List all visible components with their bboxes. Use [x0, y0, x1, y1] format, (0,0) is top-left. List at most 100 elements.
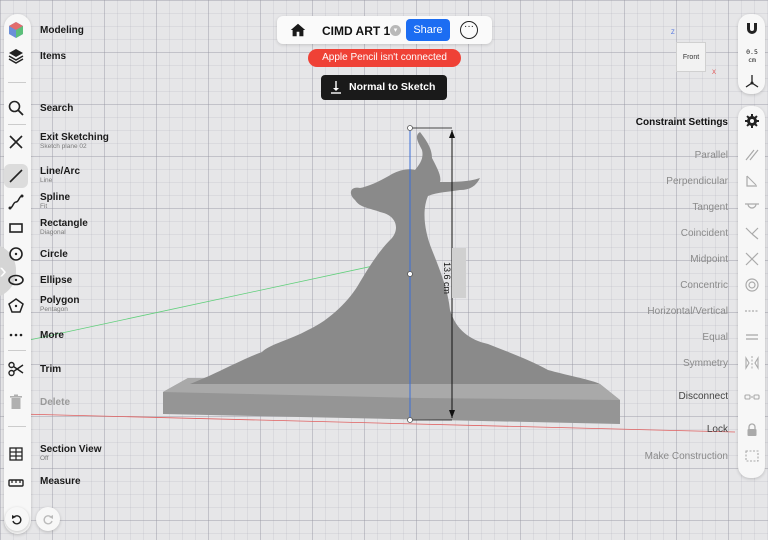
- sketch-point-top: [407, 125, 413, 131]
- sketch-point-bottom: [407, 417, 413, 423]
- redo-button[interactable]: [36, 507, 60, 531]
- magnet-icon[interactable]: [741, 18, 763, 40]
- disconnect-label[interactable]: Disconnect: [679, 391, 728, 402]
- section-view-sub: Off: [40, 455, 49, 462]
- ellipse-label[interactable]: Ellipse: [40, 275, 72, 286]
- parallel-label[interactable]: Parallel: [695, 150, 728, 161]
- exit-sketching-sub: Sketch plane 02: [40, 143, 87, 150]
- spline-tool[interactable]: Spline Fit: [40, 192, 70, 211]
- normal-to-sketch-label: Normal to Sketch: [349, 81, 436, 93]
- polygon-icon[interactable]: [4, 294, 28, 318]
- divider: [8, 426, 26, 427]
- measure-icon[interactable]: [4, 470, 28, 494]
- exit-sketching-button[interactable]: Exit Sketching Sketch plane 02: [40, 132, 109, 151]
- line-arc-sub: Line: [40, 177, 53, 184]
- make-construction-icon[interactable]: [741, 445, 763, 467]
- symmetry-label[interactable]: Symmetry: [683, 358, 728, 369]
- tangent-icon[interactable]: [741, 196, 763, 218]
- undo-icon: [12, 515, 22, 525]
- normal-to-sketch-button[interactable]: Normal to Sketch: [321, 75, 447, 100]
- section-view-label: Section View: [40, 444, 102, 455]
- rectangle-tool[interactable]: Rectangle Diagonal: [40, 218, 88, 237]
- perpendicular-icon[interactable]: [741, 170, 763, 192]
- line-arc-label: Line/Arc: [40, 166, 81, 177]
- grid-scale-unit: cm: [748, 56, 756, 64]
- more-label[interactable]: More: [40, 330, 64, 341]
- home-icon[interactable]: [289, 21, 307, 39]
- trash-icon[interactable]: [4, 390, 28, 414]
- gear-icon[interactable]: [741, 110, 763, 132]
- midpoint-icon[interactable]: [741, 248, 763, 270]
- trim-label[interactable]: Trim: [40, 364, 61, 375]
- coincident-label[interactable]: Coincident: [681, 228, 728, 239]
- midpoint-label[interactable]: Midpoint: [690, 254, 728, 265]
- axis-gizmo-icon[interactable]: [741, 70, 763, 92]
- document-bar: CIMD ART 1 ▾ Share ···: [277, 16, 492, 44]
- share-button[interactable]: Share: [406, 19, 450, 41]
- circle-icon[interactable]: [4, 242, 28, 266]
- section-view-icon[interactable]: [4, 442, 28, 466]
- polygon-sub: Pentagon: [40, 306, 68, 313]
- exit-sketching-label: Exit Sketching: [40, 132, 109, 143]
- dim-arrow-top: [449, 130, 455, 138]
- normal-view-icon: [331, 81, 341, 94]
- axis-z-label: Z: [671, 30, 675, 36]
- concentric-icon[interactable]: [741, 274, 763, 296]
- chevron-down-icon[interactable]: ▾: [390, 25, 401, 36]
- document-title[interactable]: CIMD ART 1: [322, 24, 390, 38]
- delete-label[interactable]: Delete: [40, 397, 70, 408]
- spline-icon[interactable]: [4, 190, 28, 214]
- search-label[interactable]: Search: [40, 103, 73, 114]
- scissors-icon[interactable]: [4, 357, 28, 381]
- divider: [8, 124, 26, 125]
- spline-label: Spline: [40, 192, 71, 203]
- symmetry-icon[interactable]: [741, 352, 763, 374]
- circle-label[interactable]: Circle: [40, 249, 68, 260]
- lock-icon[interactable]: [741, 419, 763, 441]
- more-icon[interactable]: [4, 323, 28, 347]
- horizontal-vertical-icon[interactable]: [741, 300, 763, 322]
- search-icon[interactable]: [4, 96, 28, 120]
- polygon-tool[interactable]: Polygon Pentagon: [40, 295, 79, 314]
- parallel-icon[interactable]: [741, 144, 763, 166]
- make-construction-label[interactable]: Make Construction: [645, 451, 728, 462]
- horizontal-vertical-label[interactable]: Horizontal/Vertical: [647, 306, 728, 317]
- more-options-icon[interactable]: ···: [460, 21, 478, 39]
- dimension-label-bg: [452, 248, 466, 298]
- modeling-icon[interactable]: [4, 18, 28, 42]
- grid-scale-value: 0.5: [746, 48, 758, 56]
- undo-button[interactable]: [5, 507, 29, 531]
- modeling-label[interactable]: Modeling: [40, 25, 84, 36]
- measure-label[interactable]: Measure: [40, 476, 81, 487]
- section-view-tool[interactable]: Section View Off: [40, 444, 102, 463]
- view-cube[interactable]: Front: [676, 42, 706, 72]
- ellipse-icon[interactable]: [4, 268, 28, 292]
- tangent-label[interactable]: Tangent: [692, 202, 728, 213]
- axis-x-label: X: [712, 70, 717, 76]
- close-icon[interactable]: [4, 130, 28, 154]
- items-label[interactable]: Items: [40, 51, 66, 62]
- line-arc-icon[interactable]: [4, 164, 28, 188]
- equal-label[interactable]: Equal: [702, 332, 728, 343]
- disconnect-icon[interactable]: [741, 386, 763, 408]
- rectangle-label: Rectangle: [40, 218, 88, 229]
- sculpture-body: [190, 132, 600, 384]
- perpendicular-label[interactable]: Perpendicular: [666, 176, 728, 187]
- layers-icon[interactable]: [4, 44, 28, 68]
- constraint-settings-label[interactable]: Constraint Settings: [636, 117, 728, 128]
- coincident-icon[interactable]: [741, 222, 763, 244]
- concentric-label[interactable]: Concentric: [680, 280, 728, 291]
- pencil-warning-banner: Apple Pencil isn't connected: [308, 49, 461, 67]
- redo-icon: [43, 515, 53, 525]
- dimension-label[interactable]: 13.6 cm: [442, 262, 452, 294]
- lock-label[interactable]: Lock: [707, 424, 728, 435]
- line-arc-tool[interactable]: Line/Arc Line: [40, 166, 80, 185]
- equal-icon[interactable]: [741, 326, 763, 348]
- spline-sub: Fit: [40, 203, 48, 210]
- rectangle-icon[interactable]: [4, 216, 28, 240]
- grid-scale-readout[interactable]: 0.5 cm: [740, 48, 764, 64]
- sketch-point-mid: [407, 271, 413, 277]
- view-cube-face: Front: [682, 54, 700, 61]
- rectangle-sub: Diagonal: [40, 229, 66, 236]
- divider: [8, 350, 26, 351]
